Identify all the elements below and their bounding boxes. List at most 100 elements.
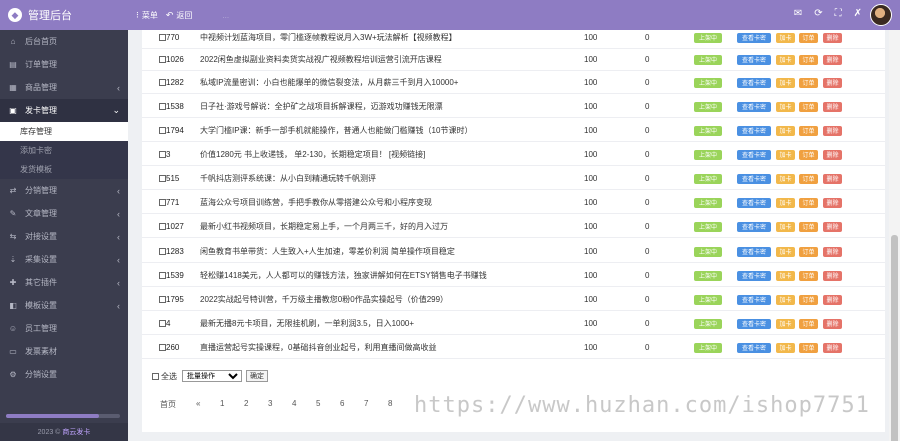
sidebar-item-distribution[interactable]: ⇄ 分销管理 ‹ <box>0 179 128 202</box>
add-card-button[interactable]: 加卡 <box>776 294 795 305</box>
view-cards-button[interactable]: 查看卡密 <box>737 101 771 112</box>
batch-action-select[interactable]: 批量操作 <box>182 370 242 382</box>
row-checkbox[interactable] <box>159 79 166 86</box>
orders-button[interactable]: 订单 <box>799 342 818 353</box>
sidebar-item-material[interactable]: ▭ 发票素材 <box>0 340 128 363</box>
sidebar-item-home[interactable]: ⌂ 后台首页 <box>0 30 128 53</box>
view-cards-button[interactable]: 查看卡密 <box>737 77 771 88</box>
brand[interactable]: ◆ 管理后台 <box>0 0 128 30</box>
add-card-button[interactable]: 加卡 <box>776 32 795 43</box>
delete-button[interactable]: 删除 <box>823 125 842 136</box>
sidebar-item-docking[interactable]: ⇆ 对接设置 ‹ <box>0 225 128 248</box>
delete-button[interactable]: 删除 <box>823 221 842 232</box>
orders-button[interactable]: 订单 <box>799 197 818 208</box>
view-cards-button[interactable]: 查看卡密 <box>737 197 771 208</box>
select-all-checkbox[interactable] <box>152 372 159 380</box>
sidebar-item-cards[interactable]: ▣ 发卡管理 ⌄ <box>0 99 128 122</box>
page-home[interactable]: 首页 <box>160 399 176 410</box>
row-checkbox[interactable] <box>159 175 166 182</box>
row-checkbox[interactable] <box>159 344 166 351</box>
page-number[interactable]: 2 <box>244 399 248 408</box>
status-button[interactable]: 上架中 <box>694 125 722 136</box>
orders-button[interactable]: 订单 <box>799 221 818 232</box>
tool-icon[interactable]: ✗ <box>854 8 862 19</box>
delete-button[interactable]: 删除 <box>823 342 842 353</box>
back-button[interactable]: ↶ 返回 <box>166 10 193 21</box>
message-icon[interactable]: ✉ <box>794 8 802 19</box>
sidebar-item-plugins[interactable]: ✚ 其它插件 ‹ <box>0 271 128 294</box>
add-card-button[interactable]: 加卡 <box>776 318 795 329</box>
status-button[interactable]: 上架中 <box>694 221 722 232</box>
orders-button[interactable]: 订单 <box>799 54 818 65</box>
menu-button[interactable]: ⁝ 菜单 <box>136 10 158 21</box>
sidebar-item-articles[interactable]: ✎ 文章管理 ‹ <box>0 202 128 225</box>
status-button[interactable]: 上架中 <box>694 318 722 329</box>
orders-button[interactable]: 订单 <box>799 294 818 305</box>
add-card-button[interactable]: 加卡 <box>776 149 795 160</box>
view-cards-button[interactable]: 查看卡密 <box>737 54 771 65</box>
delete-button[interactable]: 删除 <box>823 173 842 184</box>
delete-button[interactable]: 删除 <box>823 270 842 281</box>
status-button[interactable]: 上架中 <box>694 342 722 353</box>
row-checkbox[interactable] <box>159 248 166 255</box>
row-checkbox[interactable] <box>159 272 166 279</box>
row-checkbox[interactable] <box>159 320 166 327</box>
view-cards-button[interactable]: 查看卡密 <box>737 342 771 353</box>
view-cards-button[interactable]: 查看卡密 <box>737 149 771 160</box>
scrollbar-thumb[interactable] <box>891 235 898 441</box>
refresh-icon[interactable]: ⟳ <box>814 8 822 19</box>
add-card-button[interactable]: 加卡 <box>776 125 795 136</box>
add-card-button[interactable]: 加卡 <box>776 270 795 281</box>
row-checkbox[interactable] <box>159 127 166 134</box>
avatar[interactable] <box>870 4 892 26</box>
add-card-button[interactable]: 加卡 <box>776 173 795 184</box>
status-button[interactable]: 上架中 <box>694 149 722 160</box>
status-button[interactable]: 上架中 <box>694 32 722 43</box>
status-button[interactable]: 上架中 <box>694 54 722 65</box>
view-cards-button[interactable]: 查看卡密 <box>737 173 771 184</box>
status-button[interactable]: 上架中 <box>694 77 722 88</box>
orders-button[interactable]: 订单 <box>799 318 818 329</box>
row-checkbox[interactable] <box>159 199 166 206</box>
delete-button[interactable]: 删除 <box>823 54 842 65</box>
delete-button[interactable]: 删除 <box>823 318 842 329</box>
orders-button[interactable]: 订单 <box>799 149 818 160</box>
view-cards-button[interactable]: 查看卡密 <box>737 246 771 257</box>
delete-button[interactable]: 删除 <box>823 197 842 208</box>
delete-button[interactable]: 删除 <box>823 246 842 257</box>
sidebar-item-theme[interactable]: ◧ 模板设置 ‹ <box>0 294 128 317</box>
add-card-button[interactable]: 加卡 <box>776 77 795 88</box>
add-card-button[interactable]: 加卡 <box>776 221 795 232</box>
footer-link[interactable]: 商云发卡 <box>62 427 90 437</box>
sidebar-item-orders[interactable]: ▤ 订单管理 <box>0 53 128 76</box>
page-scrollbar[interactable] <box>889 30 900 441</box>
orders-button[interactable]: 订单 <box>799 32 818 43</box>
row-checkbox[interactable] <box>159 103 166 110</box>
page-number[interactable]: 5 <box>316 399 320 408</box>
page-number[interactable]: 3 <box>268 399 272 408</box>
sidebar-item-dist-settings[interactable]: ⚙ 分销设置 <box>0 363 128 386</box>
submenu-item-stock[interactable]: 库存管理 <box>0 122 128 141</box>
add-card-button[interactable]: 加卡 <box>776 342 795 353</box>
orders-button[interactable]: 订单 <box>799 101 818 112</box>
delete-button[interactable]: 删除 <box>823 77 842 88</box>
view-cards-button[interactable]: 查看卡密 <box>737 32 771 43</box>
delete-button[interactable]: 删除 <box>823 101 842 112</box>
confirm-button[interactable]: 确定 <box>246 370 268 382</box>
orders-button[interactable]: 订单 <box>799 77 818 88</box>
status-button[interactable]: 上架中 <box>694 101 722 112</box>
row-checkbox[interactable] <box>159 296 166 303</box>
orders-button[interactable]: 订单 <box>799 125 818 136</box>
delete-button[interactable]: 删除 <box>823 294 842 305</box>
delete-button[interactable]: 删除 <box>823 149 842 160</box>
view-cards-button[interactable]: 查看卡密 <box>737 294 771 305</box>
row-checkbox[interactable] <box>159 34 166 41</box>
add-card-button[interactable]: 加卡 <box>776 246 795 257</box>
sidebar-item-goods[interactable]: ▦ 商品管理 ‹ <box>0 76 128 99</box>
add-card-button[interactable]: 加卡 <box>776 54 795 65</box>
view-cards-button[interactable]: 查看卡密 <box>737 125 771 136</box>
orders-button[interactable]: 订单 <box>799 246 818 257</box>
view-cards-button[interactable]: 查看卡密 <box>737 318 771 329</box>
view-cards-button[interactable]: 查看卡密 <box>737 270 771 281</box>
page-number[interactable]: 8 <box>388 399 392 408</box>
